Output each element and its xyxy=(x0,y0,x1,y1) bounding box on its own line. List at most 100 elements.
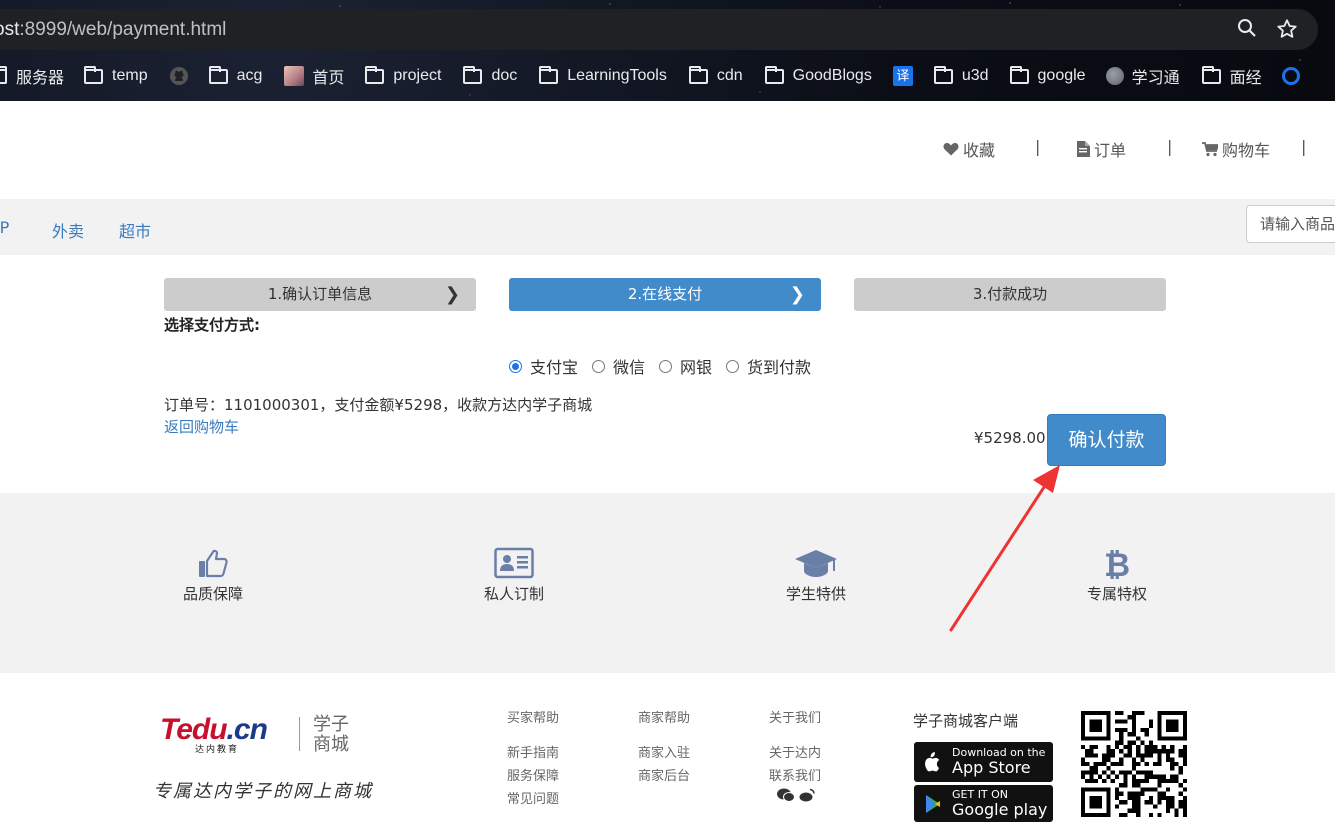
step-confirm-order: 1.确认订单信息 ❯ xyxy=(164,278,476,311)
browser-chrome: ost:8999/web/payment.html 服务器 temp acg 首… xyxy=(0,0,1335,101)
nav-separator: | xyxy=(1035,137,1041,156)
radio-cod[interactable] xyxy=(726,359,740,373)
radio-wechat[interactable] xyxy=(592,359,606,373)
nav-separator: | xyxy=(1167,137,1173,156)
category-bar: VIP 外卖 超市 请输入商品 xyxy=(0,199,1335,255)
footer-link[interactable]: 常见问题 xyxy=(507,788,559,811)
method-alipay[interactable]: 支付宝 xyxy=(509,354,578,378)
bookmark-item[interactable]: u3d xyxy=(933,65,989,85)
footer-link[interactable]: 服务保障 xyxy=(507,765,559,788)
step-online-payment: 2.在线支付 ❯ xyxy=(509,278,821,311)
folder-icon xyxy=(1201,65,1221,84)
back-to-cart-link[interactable]: 返回购物车 xyxy=(164,416,239,437)
chevron-right-icon: ❯ xyxy=(789,284,805,305)
step-payment-success: 3.付款成功 xyxy=(854,278,1166,311)
bookmark-item[interactable]: acg xyxy=(208,65,262,85)
github-icon[interactable] xyxy=(169,66,189,86)
favorites-link[interactable]: 收藏 xyxy=(943,137,995,161)
folder-icon xyxy=(84,65,104,84)
folder-icon xyxy=(208,65,228,84)
cart-icon xyxy=(1202,141,1218,156)
logo-cn-text: 学子 商城 xyxy=(313,714,349,755)
heart-icon xyxy=(943,143,959,156)
nav-market[interactable]: 超市 xyxy=(119,218,151,242)
folder-icon xyxy=(688,65,708,84)
footer-link[interactable]: 新手指南 xyxy=(507,742,559,765)
feature-privilege: ₿ 专属特权 xyxy=(1086,547,1147,603)
bookmarks-bar: 服务器 temp acg 首页 project doc LearningTool… xyxy=(0,62,1300,90)
bookmark-item[interactable]: 服务器 xyxy=(0,64,64,88)
bookmark-item[interactable]: 首页 xyxy=(284,64,344,88)
url-text[interactable]: ost:8999/web/payment.html xyxy=(0,19,226,41)
folder-icon xyxy=(365,65,385,84)
extension-icon[interactable] xyxy=(1281,67,1300,85)
web-page: 收藏 | 订单 | 购物车 | VIP 外卖 超市 请输入商品 1.确认订单信息… xyxy=(0,101,1335,830)
client-title: 学子商城客户端 xyxy=(913,712,1019,730)
svg-text:₿: ₿ xyxy=(1104,547,1130,579)
bookmark-item[interactable]: doc xyxy=(463,65,517,85)
radio-netbank[interactable] xyxy=(659,359,673,373)
apple-icon xyxy=(925,752,940,772)
radio-alipay[interactable] xyxy=(509,359,522,373)
folder-icon xyxy=(764,65,784,84)
zoom-icon[interactable] xyxy=(1236,18,1258,40)
logo-subtitle: 达内教育 xyxy=(195,745,240,755)
footer-slogan: 专属达内学子的网上商城 xyxy=(153,781,373,802)
bookmark-star-icon[interactable] xyxy=(1276,18,1298,40)
address-bar[interactable]: ost:8999/web/payment.html xyxy=(0,9,1318,50)
weibo-icon[interactable] xyxy=(799,788,815,802)
folder-icon xyxy=(933,65,953,84)
nav-takeout[interactable]: 外卖 xyxy=(52,218,84,242)
bookmark-item[interactable]: GoodBlogs xyxy=(764,65,872,85)
orders-link[interactable]: 订单 xyxy=(1077,137,1126,161)
order-info: 订单号：1101000301，支付金额¥5298，收款方达内学子商城 xyxy=(164,396,593,414)
logo-divider xyxy=(299,717,300,751)
bookmark-item[interactable]: google xyxy=(1009,65,1086,85)
top-nav: 收藏 | 订单 | 购物车 | xyxy=(0,137,1335,161)
bookmark-item[interactable]: LearningTools xyxy=(539,65,667,85)
feature-quality: 品质保障 xyxy=(153,547,273,604)
folder-icon xyxy=(539,65,559,84)
nav-vip[interactable]: VIP xyxy=(0,218,9,237)
bookmark-item[interactable]: 面经 xyxy=(1201,64,1262,88)
cart-link[interactable]: 购物车 xyxy=(1202,137,1270,161)
method-netbank[interactable]: 网银 xyxy=(659,354,712,378)
footer-link[interactable]: 商家入驻 xyxy=(638,742,690,765)
footer: Tedu.cn 达内教育 学子 商城 专属达内学子的网上商城 买家帮助 新手指南… xyxy=(0,673,1335,830)
footer-column-seller: 商家帮助 商家入驻 商家后台 xyxy=(638,707,690,788)
bookmark-item[interactable]: cdn xyxy=(688,65,743,85)
feature-custom: 私人订制 xyxy=(454,547,574,604)
method-cod[interactable]: 货到付款 xyxy=(726,354,811,378)
google-play-icon xyxy=(926,794,940,813)
features-section: 品质保障 私人订制 学生特供 ₿ 专属特权 xyxy=(0,493,1335,673)
footer-link[interactable]: 联系我们 xyxy=(769,765,821,788)
footer-column-buyer: 买家帮助 新手指南 服务保障 常见问题 xyxy=(507,707,559,811)
payment-method-title: 选择支付方式: xyxy=(164,316,260,334)
globe-icon xyxy=(1105,67,1124,85)
folder-icon xyxy=(1009,65,1029,84)
footer-link[interactable]: 商家后台 xyxy=(638,765,690,788)
google-play-badge[interactable]: GET IT ON Google play xyxy=(914,785,1053,822)
confirm-payment-button[interactable]: 确认付款 xyxy=(1047,414,1166,466)
folder-icon xyxy=(463,65,483,84)
bitcoin-icon: ₿ xyxy=(1104,547,1130,579)
wechat-icon[interactable] xyxy=(777,788,795,802)
qr-code xyxy=(1081,711,1187,817)
payment-methods: 支付宝 微信 网银 货到付款 xyxy=(509,354,811,378)
bookmark-item[interactable]: temp xyxy=(84,65,148,85)
app-store-badge[interactable]: Download on the App Store xyxy=(914,742,1053,782)
anime-favicon-icon xyxy=(284,66,305,86)
bookmark-item[interactable]: project xyxy=(365,65,441,85)
footer-link[interactable]: 关于达内 xyxy=(769,742,821,765)
id-card-icon xyxy=(494,547,534,579)
translate-icon[interactable]: 译 xyxy=(892,66,913,86)
graduation-cap-icon xyxy=(795,550,837,577)
bookmark-item[interactable]: 学习通 xyxy=(1105,64,1180,88)
thumbs-up-icon xyxy=(199,549,228,578)
feature-student: 学生特供 xyxy=(756,547,876,604)
search-input[interactable]: 请输入商品 xyxy=(1246,205,1335,243)
document-icon xyxy=(1077,141,1090,157)
nav-separator: | xyxy=(1301,137,1307,156)
method-wechat[interactable]: 微信 xyxy=(592,354,645,378)
chevron-right-icon: ❯ xyxy=(444,284,460,305)
